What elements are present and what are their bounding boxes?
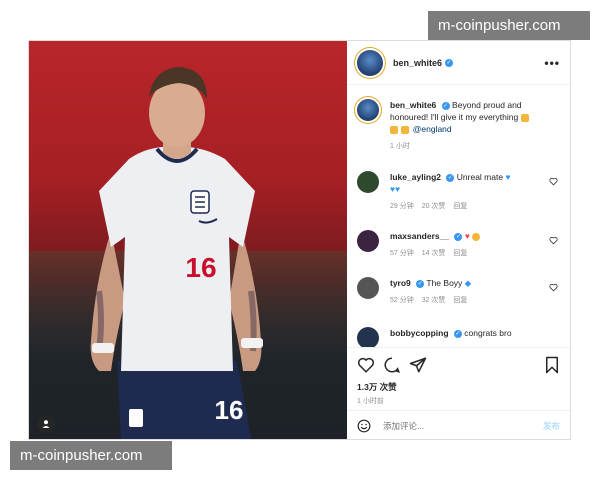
comment-username[interactable]: bobbycopping	[390, 328, 449, 338]
post-side-panel: ben_white6 ✓ ••• ben_white6 ✓ Beyond pro…	[347, 41, 570, 439]
caption-time: 1 小时	[390, 143, 410, 150]
header-username[interactable]: ben_white6	[393, 58, 442, 68]
blue-heart-icon: ♥♥	[390, 184, 401, 194]
comment-username[interactable]: maxsanders__	[390, 231, 449, 241]
post-photo[interactable]: 16 16	[29, 41, 347, 439]
more-options-button[interactable]: •••	[544, 56, 560, 70]
verified-badge-icon: ✓	[445, 58, 454, 67]
comment-item: bobbycopping ✓ congrats bro	[357, 327, 562, 347]
comment-text: Unreal mate	[456, 172, 504, 182]
comment-username[interactable]: luke_ayling2	[390, 172, 441, 182]
user-tag-button[interactable]	[37, 415, 55, 433]
like-heart-icon[interactable]	[357, 356, 375, 374]
caption: ben_white6 ✓ Beyond proud and honoured! …	[357, 99, 562, 153]
share-paper-plane-icon[interactable]	[409, 356, 427, 374]
verified-badge-icon: ✓	[454, 232, 463, 241]
action-icons	[357, 356, 560, 376]
post-actions: 1.3万 次赞 1 小时前 发布	[347, 347, 570, 439]
post-header: ben_white6 ✓ •••	[347, 41, 570, 85]
diamond-emoji-icon: ◆	[464, 278, 472, 288]
avatar[interactable]	[357, 49, 383, 76]
reply-button[interactable]: 回复	[453, 297, 467, 304]
comments-list: ben_white6 ✓ Beyond proud and honoured! …	[347, 85, 570, 347]
lion-emoji-icon	[520, 113, 529, 122]
comment-time: 57 分钟	[390, 250, 414, 257]
heart-icon[interactable]	[549, 283, 558, 292]
verified-badge-icon: ✓	[453, 329, 462, 338]
likes-count[interactable]: 1.3万 次赞	[357, 381, 397, 393]
lion-emoji-icon	[390, 125, 398, 134]
comment-likes[interactable]: 20 次赞	[422, 203, 446, 210]
watermark-top: m-coinpusher.com	[428, 11, 590, 40]
verified-badge-icon: ✓	[416, 279, 425, 288]
comment-bubble-icon[interactable]	[383, 356, 401, 374]
avatar[interactable]	[357, 171, 379, 193]
heart-icon[interactable]	[549, 236, 558, 245]
add-comment-bar: 发布	[347, 410, 570, 440]
player-figure: 16 16	[90, 67, 263, 439]
comment-time: 52 分钟	[390, 297, 414, 304]
shorts-number: 16	[215, 395, 244, 425]
reply-button[interactable]: 回复	[453, 203, 467, 210]
heart-icon[interactable]	[549, 177, 558, 186]
comment-text: congrats bro	[464, 328, 512, 338]
emoji-smiley-icon[interactable]	[357, 419, 371, 433]
reply-button[interactable]: 回复	[453, 250, 467, 257]
person-icon	[42, 420, 50, 428]
bookmark-icon[interactable]	[544, 356, 560, 374]
avatar[interactable]	[357, 99, 379, 121]
comment-text: The Boyy	[426, 278, 463, 288]
post-comment-button[interactable]: 发布	[543, 420, 560, 432]
post-time: 1 小时前	[357, 398, 384, 405]
comment-item: tyro9 ✓ The Boyy ◆ 52 分钟 32 次赞 回复	[357, 277, 562, 307]
comment-item: maxsanders__ ✓ ♥ 57 分钟 14 次赞 回复	[357, 230, 562, 260]
avatar[interactable]	[357, 230, 379, 252]
comment-input[interactable]	[381, 419, 525, 432]
mention-link[interactable]: @england	[413, 124, 452, 134]
verified-badge-icon: ✓	[446, 173, 455, 182]
clap-emoji-icon	[472, 232, 481, 241]
comment-likes[interactable]: 14 次赞	[422, 250, 446, 257]
comment-time: 29 分钟	[390, 203, 414, 210]
instagram-post: 16 16 ben_white6 ✓ ••• ben_white6 ✓ Beyo…	[28, 40, 571, 440]
comment-item: luke_ayling2 ✓ Unreal mate ♥ ♥♥ 29 分钟 20…	[357, 171, 562, 213]
caption-username[interactable]: ben_white6	[390, 100, 436, 110]
avatar[interactable]	[357, 277, 379, 299]
comment-username[interactable]: tyro9	[390, 278, 411, 288]
avatar[interactable]	[357, 327, 379, 347]
blue-heart-icon: ♥	[505, 172, 511, 182]
shirt-number: 16	[185, 252, 216, 283]
verified-badge-icon: ✓	[441, 101, 450, 110]
lion-emoji-icon	[401, 125, 410, 134]
red-heart-icon: ♥	[464, 231, 470, 241]
watermark-bottom: m-coinpusher.com	[10, 441, 172, 470]
comment-likes[interactable]: 32 次赞	[422, 297, 446, 304]
